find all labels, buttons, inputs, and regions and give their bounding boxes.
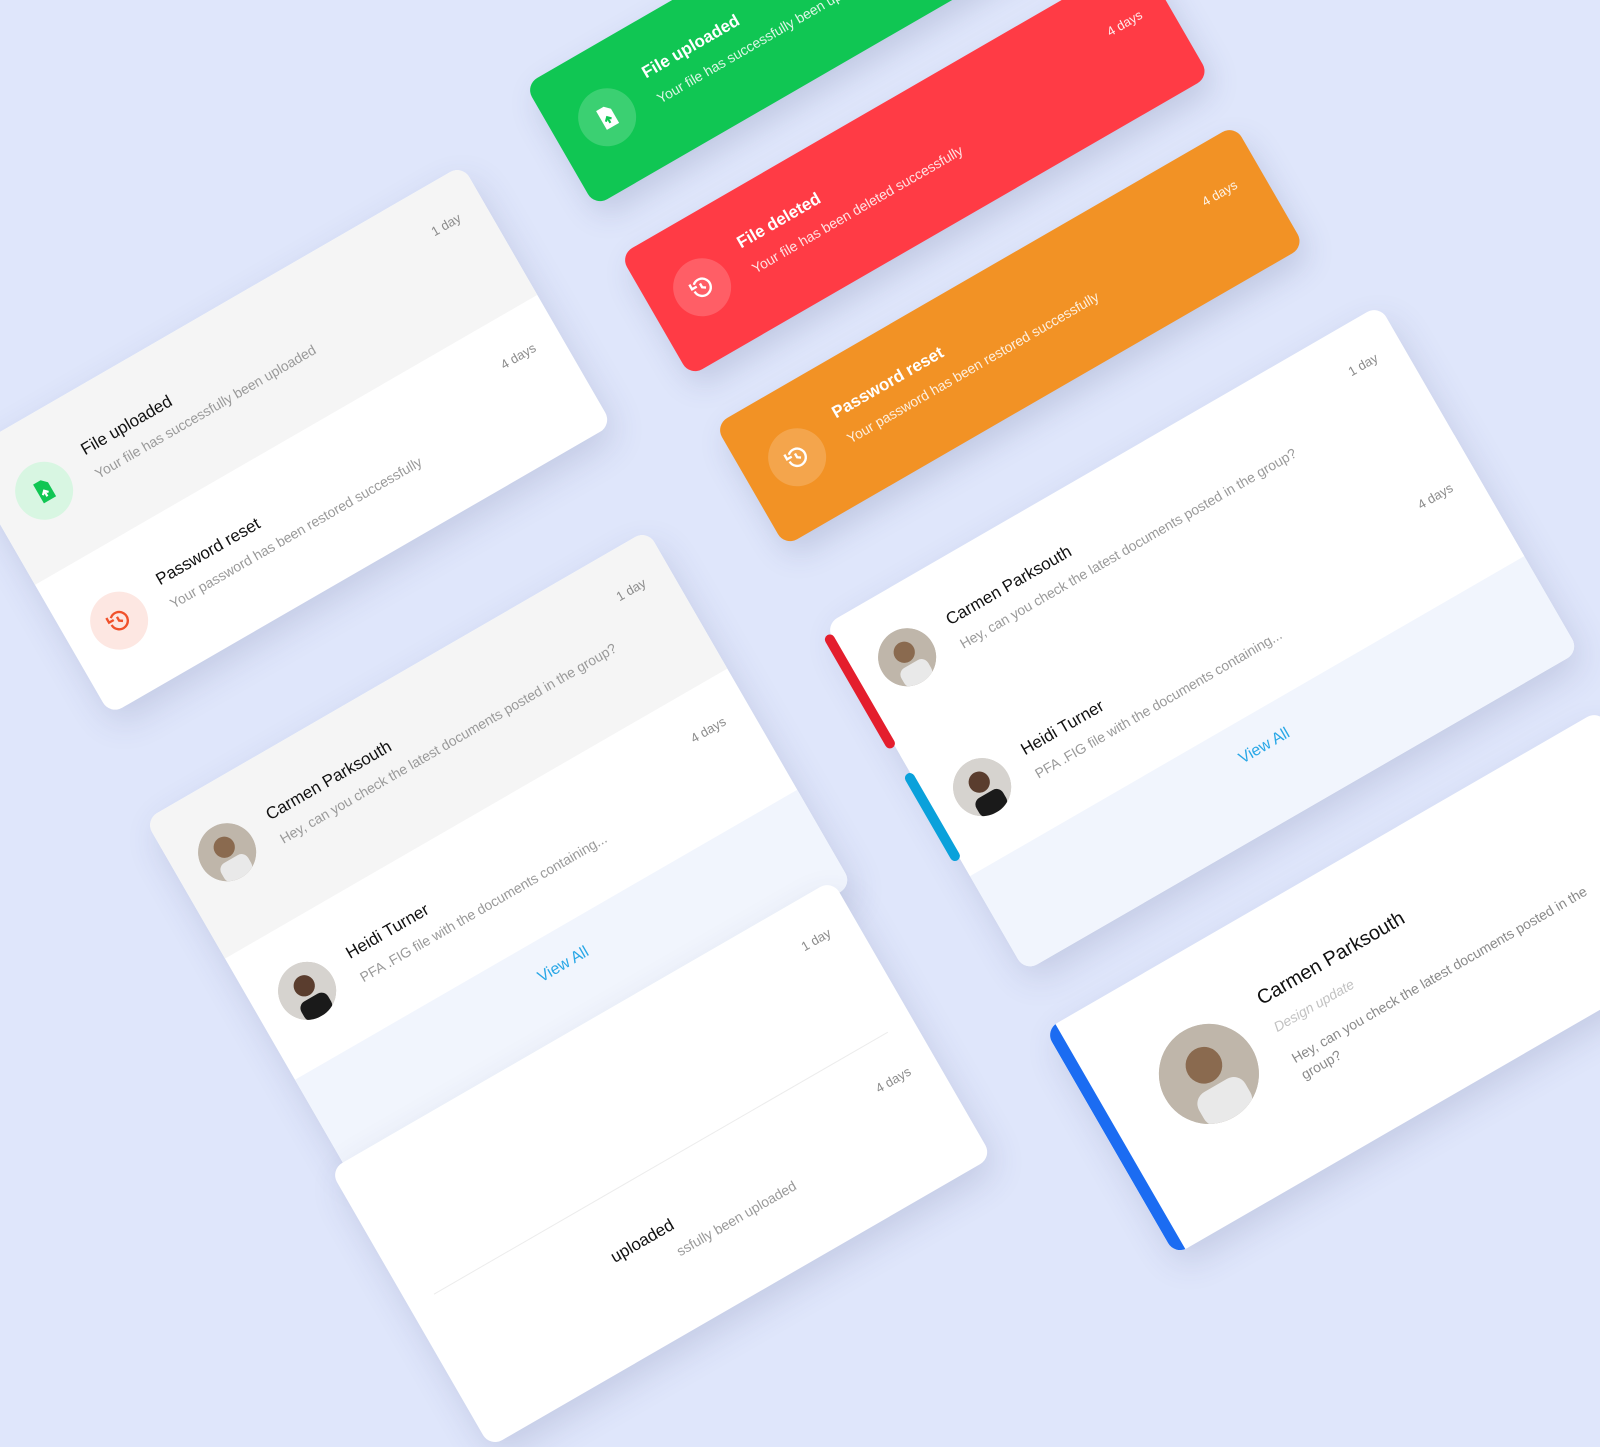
file-upload-icon xyxy=(596,106,620,130)
upload-icon-badge xyxy=(567,77,647,157)
reset-icon-badge xyxy=(757,417,837,497)
message-time: 1 day xyxy=(1345,350,1381,380)
avatar-heidi xyxy=(942,747,1022,827)
notification-time: 4 days xyxy=(497,340,539,373)
reset-icon-badge xyxy=(79,581,159,661)
reset-icon-badge xyxy=(662,247,742,327)
message-preview: Hey, can you check the latest documents … xyxy=(1288,882,1590,1083)
history-icon xyxy=(783,447,807,468)
message-time: 1 day xyxy=(613,575,649,605)
history-icon xyxy=(688,277,712,298)
notification-time: 4 days xyxy=(872,1063,914,1096)
message-time: 4 days xyxy=(687,713,729,746)
history-icon xyxy=(105,610,129,631)
upload-icon-badge xyxy=(4,451,84,531)
avatar-heidi xyxy=(267,951,347,1031)
avatar-carmen-large xyxy=(1140,1005,1278,1143)
notification-time: 1 day xyxy=(798,925,834,955)
avatar-carmen xyxy=(867,617,947,697)
notification-title: uploaded xyxy=(607,1215,678,1267)
toast-time: 4 days xyxy=(1104,7,1145,40)
file-upload-icon xyxy=(33,480,57,504)
avatar-carmen xyxy=(187,812,267,892)
message-time: 4 days xyxy=(1414,480,1456,513)
toast-time: 4 days xyxy=(1199,177,1240,210)
notification-time: 1 day xyxy=(428,210,464,240)
